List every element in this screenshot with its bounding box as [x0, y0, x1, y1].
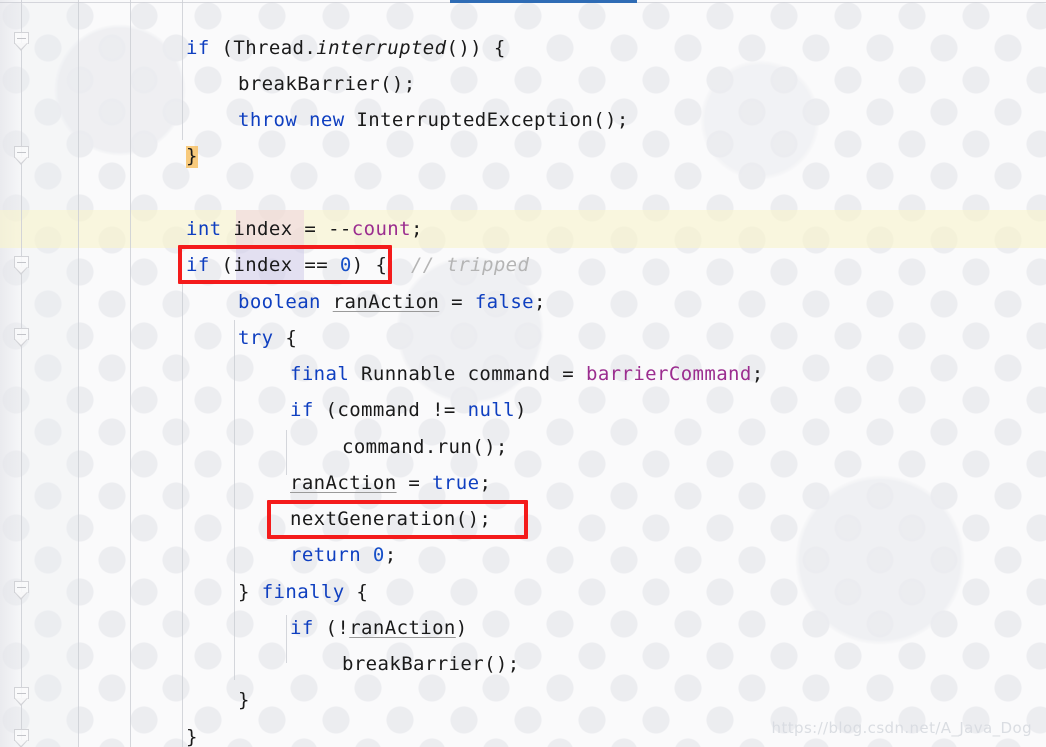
- code-token: ;: [479, 472, 492, 494]
- code-token: final: [290, 363, 350, 385]
- code-token: ): [514, 399, 527, 421]
- code-token: barrierCommand: [585, 363, 752, 385]
- line-if-not-ranaction[interactable]: if (!ranAction): [290, 618, 468, 638]
- code-token: }: [186, 726, 198, 747]
- code-token: ranAction: [332, 291, 440, 313]
- code-token: // tripped: [410, 254, 530, 276]
- code-token: if: [290, 399, 314, 421]
- code-token: 0: [372, 544, 385, 566]
- code-token: command.run();: [342, 436, 508, 458]
- annotation-box-nextgeneration: [267, 500, 528, 539]
- line-boolean-ranaction-false[interactable]: boolean ranAction = false;: [238, 292, 546, 312]
- code-token: interrupted: [316, 37, 447, 59]
- line-throw-interruptedexception[interactable]: throw new InterruptedException();: [238, 110, 629, 130]
- code-token: try: [238, 327, 274, 349]
- code-token: {: [273, 327, 298, 349]
- code-token: true: [432, 472, 480, 494]
- code-token: finally: [261, 581, 345, 603]
- code-token: ;: [751, 363, 764, 385]
- code-token: index =: [221, 218, 329, 240]
- code-token: if: [186, 37, 210, 59]
- code-token: count: [351, 218, 411, 240]
- watermark-url: https://blog.csdn.net/A_Java_Dog: [771, 719, 1032, 737]
- code-token: (!: [313, 617, 350, 639]
- code-token: ;: [410, 218, 423, 240]
- line-breakbarrier-1[interactable]: breakBarrier();: [238, 74, 416, 94]
- line-breakbarrier-2[interactable]: breakBarrier();: [342, 654, 520, 674]
- code-token: int: [186, 218, 222, 240]
- code-token: ()) {: [446, 37, 506, 59]
- code-token: }: [186, 145, 198, 167]
- line-if-command-not-null[interactable]: if (command != null): [290, 400, 527, 420]
- code-token: breakBarrier();: [238, 73, 416, 95]
- line-return-zero[interactable]: return 0;: [290, 545, 397, 565]
- code-token: =: [439, 291, 475, 313]
- annotation-box-if-index-zero: [178, 245, 392, 284]
- code-token: InterruptedException();: [344, 109, 629, 131]
- code-token: {: [344, 581, 369, 603]
- code-token: }: [238, 581, 262, 603]
- code-token: }: [238, 689, 250, 711]
- line-close-brace-3[interactable]: }: [186, 727, 198, 747]
- code-token: ranAction: [290, 472, 397, 494]
- code-token: false: [474, 291, 535, 313]
- code-token: (command !=: [313, 399, 468, 421]
- code-token: if: [290, 617, 314, 639]
- line-try[interactable]: try {: [238, 328, 297, 348]
- line-final-runnable-command[interactable]: final Runnable command = barrierCommand;: [290, 364, 764, 384]
- code-token: ;: [534, 291, 546, 313]
- code-token: throw: [238, 109, 298, 131]
- code-token: null: [467, 399, 515, 421]
- code-token: (Thread.: [209, 37, 317, 59]
- line-ranaction-true[interactable]: ranAction = true;: [290, 473, 491, 493]
- code-token: breakBarrier();: [342, 653, 520, 675]
- code-text-layer[interactable]: if (Thread.interrupted()) { breakBarrier(…: [0, 0, 1046, 747]
- line-finally[interactable]: } finally {: [238, 582, 368, 602]
- code-token: Runnable command =: [349, 363, 586, 385]
- line-int-index-count[interactable]: int index = --count;: [186, 219, 423, 239]
- code-token: ;: [384, 544, 397, 566]
- code-token: ): [455, 617, 468, 639]
- line-close-brace-1[interactable]: }: [186, 146, 198, 166]
- code-token: boolean: [238, 291, 321, 313]
- code-editor-screenshot: if (Thread.interrupted()) { breakBarrier(…: [0, 0, 1046, 747]
- line-command-run[interactable]: command.run();: [342, 437, 508, 457]
- line-if-thread-interrupted[interactable]: if (Thread.interrupted()) {: [186, 38, 506, 58]
- code-token: =: [396, 472, 433, 494]
- code-token: return: [290, 544, 362, 566]
- code-token: ranAction: [349, 617, 456, 639]
- line-close-brace-2[interactable]: }: [238, 690, 250, 710]
- code-token: --: [328, 218, 352, 240]
- code-token: new: [309, 109, 345, 131]
